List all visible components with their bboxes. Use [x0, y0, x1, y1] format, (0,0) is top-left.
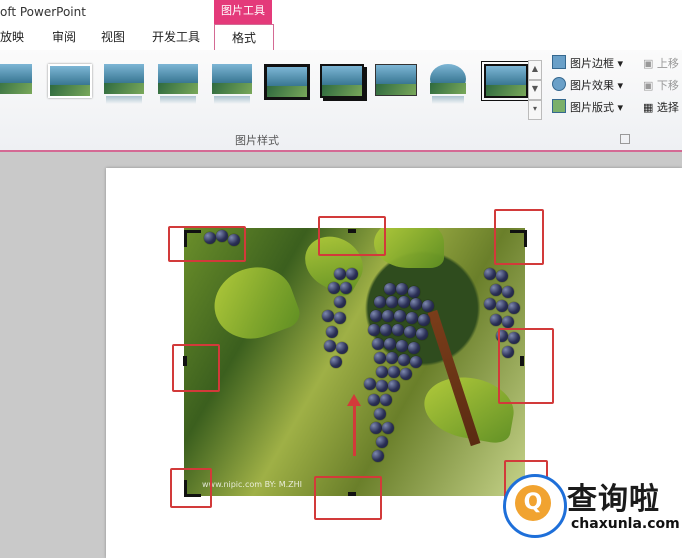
selection-pane-button[interactable]: ▦ 选择 — [643, 99, 679, 115]
red-arrow-icon — [347, 394, 361, 456]
annotation-box-bottom-left — [170, 468, 212, 508]
picture-style-3[interactable] — [104, 64, 144, 104]
watermark: Q 查询啦 chaxunla.com — [503, 468, 680, 542]
picture-layout-menu[interactable]: 图片版式 ▾ — [552, 99, 623, 115]
picture-style-7[interactable] — [320, 64, 364, 98]
picture-style-5[interactable] — [212, 64, 252, 104]
title-bar: oft PowerPoint 图片工具 — [0, 0, 682, 26]
watermark-text: 查询啦 — [567, 482, 660, 517]
bring-forward-button[interactable]: ▣ 上移 — [643, 55, 679, 71]
picture-border-menu[interactable]: 图片边框 ▾ — [552, 55, 623, 71]
app-title: oft PowerPoint — [0, 5, 86, 19]
gallery-scroll-down-icon[interactable]: ▼ — [528, 80, 542, 100]
picture-border-icon — [552, 55, 566, 69]
annotation-box-top-left — [168, 226, 246, 262]
tab-format[interactable]: 格式 — [214, 24, 274, 51]
group-label-picture-styles: 图片样式 — [235, 134, 279, 147]
send-backward-button[interactable]: ▣ 下移 — [643, 77, 679, 93]
photo-caption: www.nipic.com BY: M.ZHI — [202, 480, 303, 489]
tab-developer[interactable]: 开发工具 — [152, 28, 200, 45]
picture-effects-label: 图片效果 — [570, 79, 614, 92]
tab-slideshow[interactable]: 放映 — [0, 28, 24, 45]
annotation-box-top — [318, 216, 386, 256]
ribbon-tab-row: 放映 审阅 视图 开发工具 格式 — [0, 24, 682, 51]
annotation-box-bottom — [314, 476, 382, 520]
picture-style-1[interactable] — [0, 64, 32, 94]
watermark-domain: chaxunla.com — [571, 516, 680, 532]
picture-layout-label: 图片版式 — [570, 101, 614, 114]
picture-layout-icon — [552, 99, 566, 113]
picture-style-10[interactable] — [481, 61, 531, 101]
gallery-more-icon[interactable]: ▾ — [528, 100, 542, 120]
gallery-scroll-up-icon[interactable]: ▲ — [528, 60, 542, 80]
selection-pane-label: 选择 — [656, 101, 679, 114]
picture-style-6[interactable] — [264, 64, 310, 100]
annotation-box-left — [172, 344, 220, 392]
tab-view[interactable]: 视图 — [101, 28, 125, 45]
annotation-box-top-right — [494, 209, 544, 265]
annotation-box-right — [498, 328, 554, 404]
picture-style-gallery: ▲ ▼ ▾ — [0, 58, 545, 124]
tab-review[interactable]: 审阅 — [52, 28, 76, 45]
picture-style-9[interactable] — [430, 64, 466, 104]
send-backward-label: 下移 — [656, 79, 679, 92]
dialog-launcher-icon[interactable] — [620, 134, 630, 144]
picture-style-2[interactable] — [48, 64, 92, 98]
watermark-logo-letter: Q — [515, 485, 551, 521]
picture-border-label: 图片边框 — [570, 57, 614, 70]
ribbon: ▲ ▼ ▾ 图片边框 ▾ 图片效果 ▾ 图片版式 ▾ ▣ 上移 ▣ 下移 ▦ 选… — [0, 50, 682, 152]
picture-style-8[interactable] — [375, 64, 417, 96]
bring-forward-label: 上移 — [656, 57, 679, 70]
picture-style-4[interactable] — [158, 64, 198, 104]
picture-effects-menu[interactable]: 图片效果 ▾ — [552, 77, 623, 93]
picture-effects-icon — [552, 77, 566, 91]
picture-tools-context-tab: 图片工具 — [214, 0, 272, 24]
